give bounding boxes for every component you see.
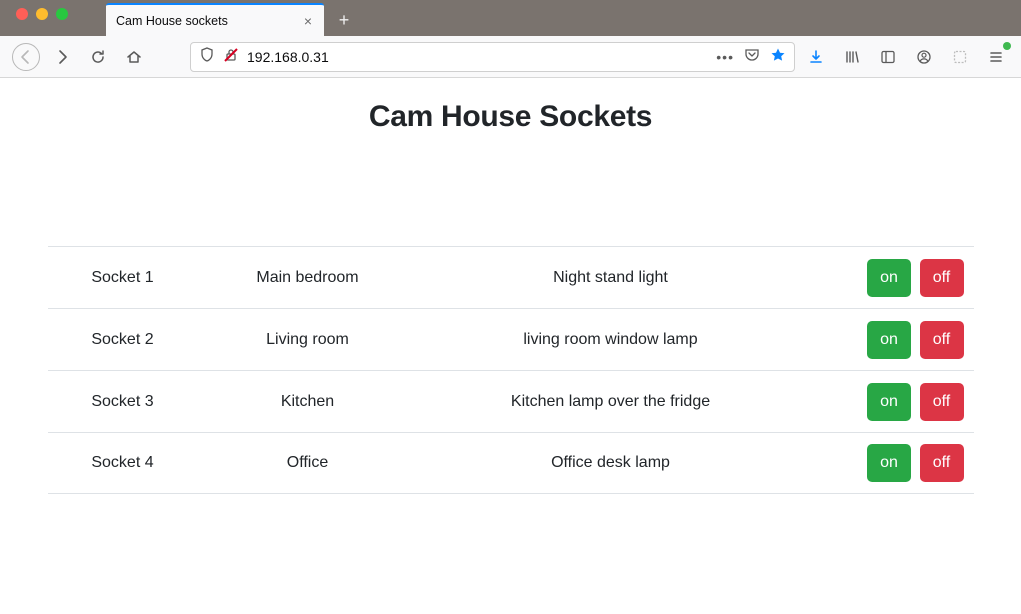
download-icon bbox=[808, 49, 824, 65]
socket-location: Office bbox=[198, 454, 418, 472]
window-controls bbox=[16, 8, 68, 20]
window-zoom-icon[interactable] bbox=[56, 8, 68, 20]
extension-button[interactable] bbox=[947, 44, 973, 70]
table-row: Socket 3 Kitchen Kitchen lamp over the f… bbox=[48, 370, 974, 432]
socket-actions: on off bbox=[804, 444, 974, 482]
socket-id: Socket 2 bbox=[48, 331, 198, 349]
back-button[interactable] bbox=[12, 43, 40, 71]
socket-description: living room window lamp bbox=[418, 331, 804, 349]
reload-icon bbox=[90, 49, 106, 65]
socket-description: Night stand light bbox=[418, 269, 804, 287]
reader-pocket-icon[interactable] bbox=[744, 47, 760, 66]
sockets-table: Socket 1 Main bedroom Night stand light … bbox=[48, 246, 974, 494]
sidebar-icon bbox=[880, 49, 896, 65]
tracking-shield-icon[interactable] bbox=[199, 47, 215, 66]
window-minimize-icon[interactable] bbox=[36, 8, 48, 20]
tab-title: Cam House sockets bbox=[116, 14, 228, 28]
url-text: 192.168.0.31 bbox=[247, 49, 708, 65]
socket-description: Kitchen lamp over the fridge bbox=[418, 393, 804, 411]
on-button[interactable]: on bbox=[867, 259, 911, 297]
off-button[interactable]: off bbox=[920, 383, 964, 421]
home-button[interactable] bbox=[120, 43, 148, 71]
library-button[interactable] bbox=[839, 44, 865, 70]
socket-actions: on off bbox=[804, 321, 974, 359]
socket-actions: on off bbox=[804, 383, 974, 421]
hamburger-icon bbox=[988, 49, 1004, 65]
chevron-right-icon bbox=[54, 49, 70, 65]
off-button[interactable]: off bbox=[920, 259, 964, 297]
off-button[interactable]: off bbox=[920, 321, 964, 359]
table-row: Socket 4 Office Office desk lamp on off bbox=[48, 432, 974, 494]
app-menu-button[interactable] bbox=[983, 44, 1009, 70]
library-icon bbox=[844, 49, 860, 65]
table-row: Socket 2 Living room living room window … bbox=[48, 308, 974, 370]
on-button[interactable]: on bbox=[867, 383, 911, 421]
account-icon bbox=[916, 49, 932, 65]
on-button[interactable]: on bbox=[867, 321, 911, 359]
window-close-icon[interactable] bbox=[16, 8, 28, 20]
page-title: Cam House Sockets bbox=[0, 100, 1021, 134]
chevron-left-icon bbox=[18, 49, 34, 65]
socket-location: Kitchen bbox=[198, 393, 418, 411]
on-button[interactable]: on bbox=[867, 444, 911, 482]
off-button[interactable]: off bbox=[920, 444, 964, 482]
bookmark-star-icon[interactable] bbox=[770, 47, 786, 66]
new-tab-button[interactable]: + bbox=[330, 6, 358, 34]
page-actions-icon[interactable]: ••• bbox=[716, 49, 734, 65]
socket-actions: on off bbox=[804, 259, 974, 297]
socket-location: Main bedroom bbox=[198, 269, 418, 287]
browser-toolbar: 192.168.0.31 ••• bbox=[0, 36, 1021, 78]
account-button[interactable] bbox=[911, 44, 937, 70]
table-row: Socket 1 Main bedroom Night stand light … bbox=[48, 246, 974, 308]
sidebar-button[interactable] bbox=[875, 44, 901, 70]
socket-id: Socket 1 bbox=[48, 269, 198, 287]
home-icon bbox=[126, 49, 142, 65]
tab-close-button[interactable]: × bbox=[300, 13, 316, 29]
downloads-button[interactable] bbox=[803, 44, 829, 70]
socket-description: Office desk lamp bbox=[418, 454, 804, 472]
toolbar-right bbox=[803, 44, 1009, 70]
socket-id: Socket 3 bbox=[48, 393, 198, 411]
socket-id: Socket 4 bbox=[48, 454, 198, 472]
forward-button[interactable] bbox=[48, 43, 76, 71]
extension-icon bbox=[952, 49, 968, 65]
page-content: Cam House Sockets Socket 1 Main bedroom … bbox=[0, 78, 1021, 494]
insecure-connection-icon[interactable] bbox=[223, 47, 239, 66]
browser-tabstrip: Cam House sockets × + bbox=[0, 0, 1021, 36]
browser-tab[interactable]: Cam House sockets × bbox=[106, 3, 324, 36]
reload-button[interactable] bbox=[84, 43, 112, 71]
socket-location: Living room bbox=[198, 331, 418, 349]
url-bar[interactable]: 192.168.0.31 ••• bbox=[190, 42, 795, 72]
